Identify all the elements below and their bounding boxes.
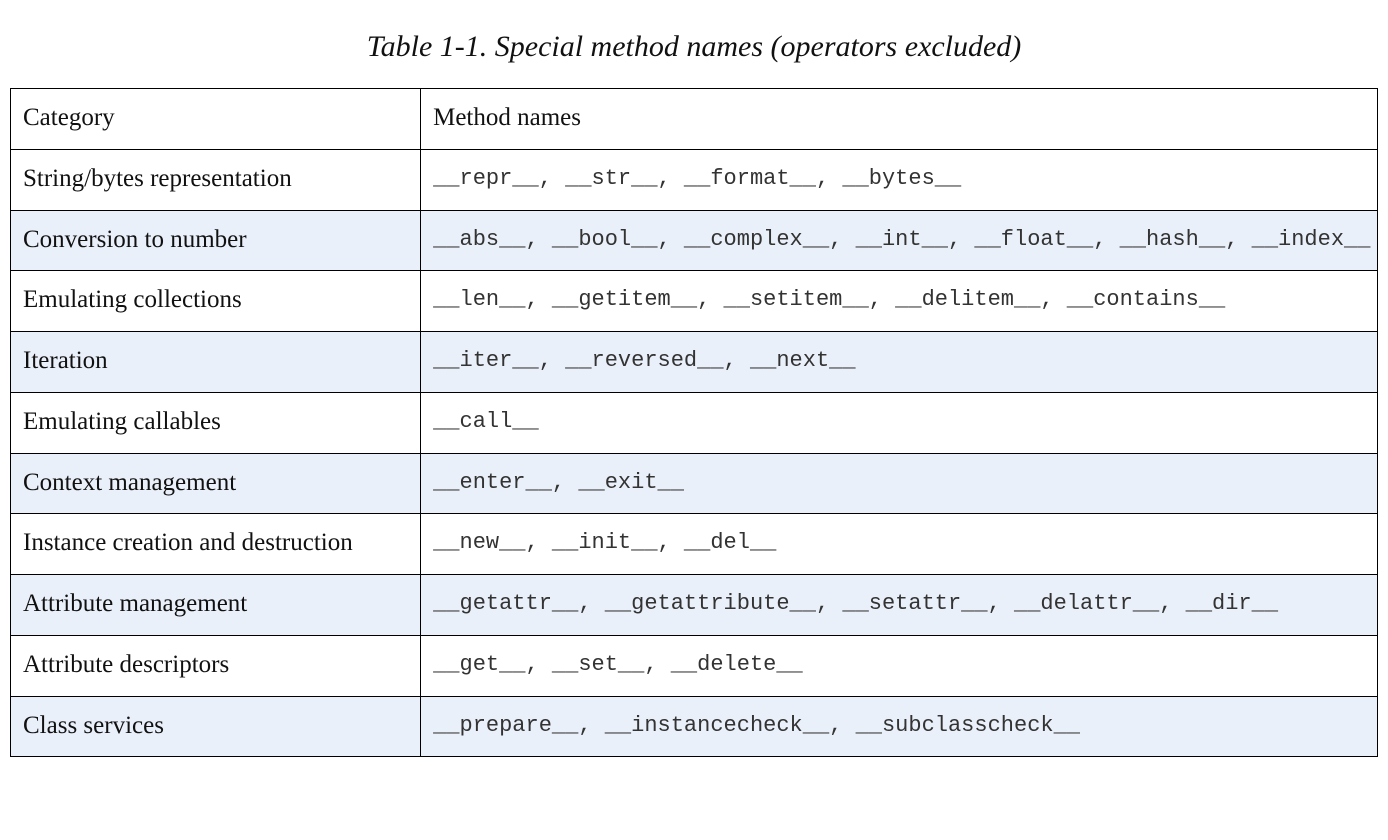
- table-row: Emulating collections __len__, __getitem…: [11, 271, 1378, 332]
- cell-methods: __prepare__, __instancecheck__, __subcla…: [421, 696, 1378, 757]
- cell-category: Emulating callables: [11, 392, 421, 453]
- cell-methods: __repr__, __str__, __format__, __bytes__: [421, 149, 1378, 210]
- cell-category: Instance creation and destruction: [11, 514, 421, 575]
- cell-category: Conversion to number: [11, 210, 421, 271]
- special-methods-table: Category Method names String/bytes repre…: [10, 88, 1378, 757]
- cell-methods: __get__, __set__, __delete__: [421, 635, 1378, 696]
- table-row: Emulating callables __call__: [11, 392, 1378, 453]
- cell-category: String/bytes representation: [11, 149, 421, 210]
- table-row: Class services __prepare__, __instancech…: [11, 696, 1378, 757]
- cell-methods: __getattr__, __getattribute__, __setattr…: [421, 575, 1378, 636]
- cell-methods: __abs__, __bool__, __complex__, __int__,…: [421, 210, 1378, 271]
- cell-category: Emulating collections: [11, 271, 421, 332]
- cell-methods: __enter__, __exit__: [421, 453, 1378, 514]
- cell-category: Class services: [11, 696, 421, 757]
- header-category: Category: [11, 89, 421, 150]
- cell-methods: __new__, __init__, __del__: [421, 514, 1378, 575]
- cell-category: Attribute descriptors: [11, 635, 421, 696]
- table-row: Instance creation and destruction __new_…: [11, 514, 1378, 575]
- table-row: Iteration __iter__, __reversed__, __next…: [11, 332, 1378, 393]
- table-row: Context management __enter__, __exit__: [11, 453, 1378, 514]
- cell-category: Iteration: [11, 332, 421, 393]
- cell-methods: __len__, __getitem__, __setitem__, __del…: [421, 271, 1378, 332]
- cell-methods: __call__: [421, 392, 1378, 453]
- table-header-row: Category Method names: [11, 89, 1378, 150]
- table-row: String/bytes representation __repr__, __…: [11, 149, 1378, 210]
- table-row: Attribute management __getattr__, __geta…: [11, 575, 1378, 636]
- table-row: Conversion to number __abs__, __bool__, …: [11, 210, 1378, 271]
- cell-methods: __iter__, __reversed__, __next__: [421, 332, 1378, 393]
- header-method-names: Method names: [421, 89, 1378, 150]
- cell-category: Attribute management: [11, 575, 421, 636]
- table-caption: Table 1-1. Special method names (operato…: [10, 30, 1378, 64]
- page-content: Table 1-1. Special method names (operato…: [10, 30, 1378, 757]
- cell-category: Context management: [11, 453, 421, 514]
- table-row: Attribute descriptors __get__, __set__, …: [11, 635, 1378, 696]
